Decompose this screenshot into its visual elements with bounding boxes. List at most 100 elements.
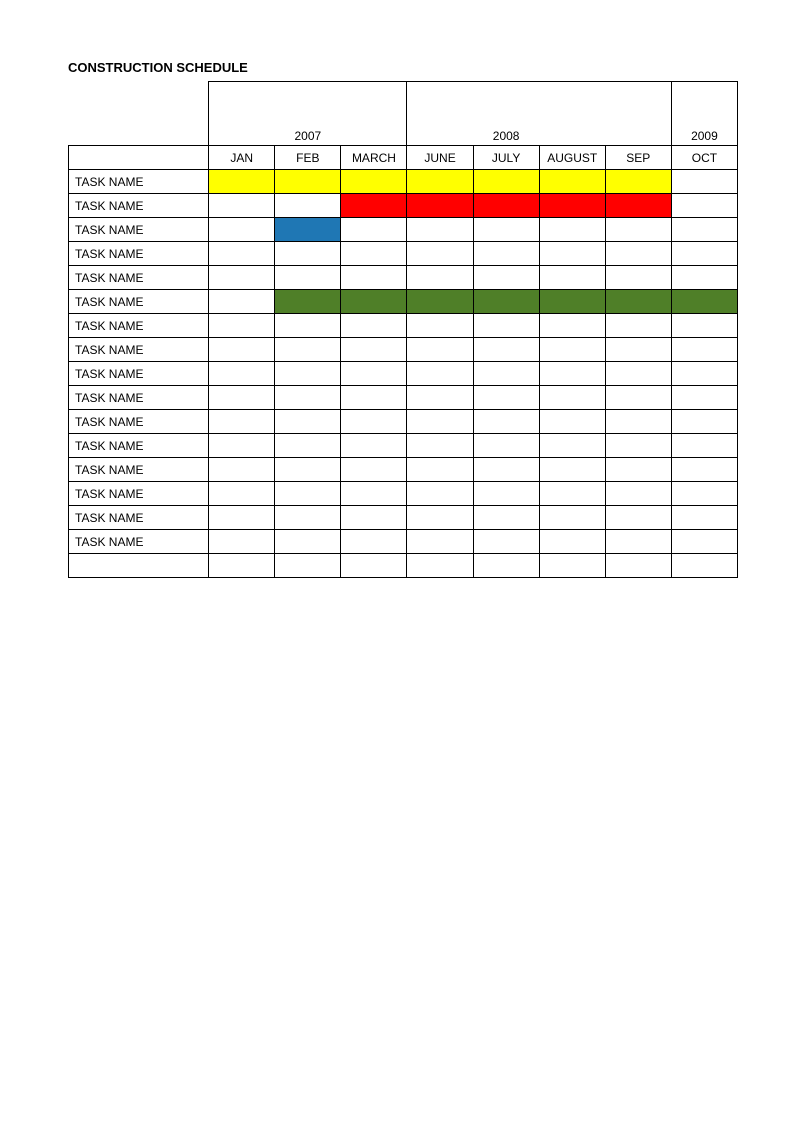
gantt-cell: [209, 434, 275, 458]
gantt-cell: [473, 218, 539, 242]
gantt-cell: [275, 482, 341, 506]
gantt-cell: [671, 290, 737, 314]
gantt-cell: [407, 266, 473, 290]
table-row: TASK NAME: [69, 242, 738, 266]
table-row: TASK NAME: [69, 386, 738, 410]
gantt-cell: [275, 434, 341, 458]
gantt-cell: [671, 386, 737, 410]
task-name-cell: TASK NAME: [69, 242, 209, 266]
gantt-cell: [605, 410, 671, 434]
gantt-cell: [671, 554, 737, 578]
gantt-cell: [671, 506, 737, 530]
gantt-cell: [539, 170, 605, 194]
gantt-cell: [539, 386, 605, 410]
gantt-cell: [407, 290, 473, 314]
gantt-cell: [407, 458, 473, 482]
gantt-cell: [473, 242, 539, 266]
task-name-cell: TASK NAME: [69, 362, 209, 386]
gantt-cell: [209, 170, 275, 194]
page-title: CONSTRUCTION SCHEDULE: [68, 60, 755, 75]
gantt-cell: [539, 338, 605, 362]
year-cell-blank: [539, 82, 605, 146]
gantt-cell: [275, 386, 341, 410]
gantt-cell: [275, 338, 341, 362]
gantt-cell: [275, 218, 341, 242]
gantt-cell: [473, 266, 539, 290]
gantt-cell: [605, 314, 671, 338]
month-header-blank: [69, 146, 209, 170]
gantt-cell: [209, 242, 275, 266]
gantt-cell: [341, 458, 407, 482]
gantt-cell: [341, 434, 407, 458]
gantt-cell: [671, 218, 737, 242]
task-name-cell: TASK NAME: [69, 386, 209, 410]
gantt-cell: [341, 410, 407, 434]
gantt-cell: [671, 482, 737, 506]
gantt-cell: [671, 170, 737, 194]
task-name-cell: TASK NAME: [69, 266, 209, 290]
gantt-cell: [209, 506, 275, 530]
gantt-cell: [671, 338, 737, 362]
gantt-cell: [671, 410, 737, 434]
gantt-cell: [341, 290, 407, 314]
year-cell-blank: [341, 82, 407, 146]
month-label: SEP: [605, 146, 671, 170]
gantt-cell: [473, 386, 539, 410]
gantt-cell: [473, 554, 539, 578]
gantt-cell: [671, 530, 737, 554]
gantt-cell: [209, 458, 275, 482]
gantt-cell: [209, 386, 275, 410]
gantt-cell: [605, 218, 671, 242]
gantt-cell: [341, 482, 407, 506]
gantt-cell: [275, 554, 341, 578]
gantt-cell: [407, 506, 473, 530]
gantt-cell: [407, 218, 473, 242]
gantt-cell: [473, 482, 539, 506]
gantt-cell: [275, 194, 341, 218]
gantt-cell: [209, 554, 275, 578]
gantt-cell: [275, 506, 341, 530]
table-row: TASK NAME: [69, 290, 738, 314]
gantt-cell: [209, 314, 275, 338]
gantt-cell: [209, 266, 275, 290]
gantt-cell: [473, 506, 539, 530]
table-row: TASK NAME: [69, 362, 738, 386]
gantt-cell: [539, 506, 605, 530]
gantt-cell: [605, 170, 671, 194]
gantt-cell: [473, 290, 539, 314]
gantt-cell: [605, 554, 671, 578]
gantt-cell: [605, 482, 671, 506]
gantt-cell: [605, 530, 671, 554]
gantt-cell: [473, 194, 539, 218]
month-label: OCT: [671, 146, 737, 170]
gantt-cell: [209, 290, 275, 314]
gantt-cell: [671, 314, 737, 338]
gantt-cell: [341, 554, 407, 578]
year-label: 2008: [473, 82, 539, 146]
task-name-cell: TASK NAME: [69, 434, 209, 458]
gantt-cell: [407, 194, 473, 218]
gantt-cell: [605, 266, 671, 290]
year-header-blank: [69, 82, 209, 146]
gantt-cell: [275, 362, 341, 386]
gantt-cell: [341, 170, 407, 194]
task-name-cell: TASK NAME: [69, 506, 209, 530]
year-header-row: 2007 2008 2009: [69, 82, 738, 146]
gantt-cell: [605, 242, 671, 266]
gantt-cell: [341, 530, 407, 554]
gantt-cell: [407, 170, 473, 194]
gantt-cell: [275, 242, 341, 266]
gantt-cell: [473, 530, 539, 554]
gantt-cell: [473, 410, 539, 434]
gantt-cell: [605, 506, 671, 530]
gantt-cell: [671, 458, 737, 482]
gantt-cell: [605, 386, 671, 410]
table-row: TASK NAME: [69, 218, 738, 242]
gantt-cell: [473, 170, 539, 194]
gantt-cell: [539, 458, 605, 482]
gantt-cell: [341, 386, 407, 410]
task-name-cell: TASK NAME: [69, 218, 209, 242]
month-label: MARCH: [341, 146, 407, 170]
gantt-cell: [209, 338, 275, 362]
table-row: TASK NAME: [69, 194, 738, 218]
